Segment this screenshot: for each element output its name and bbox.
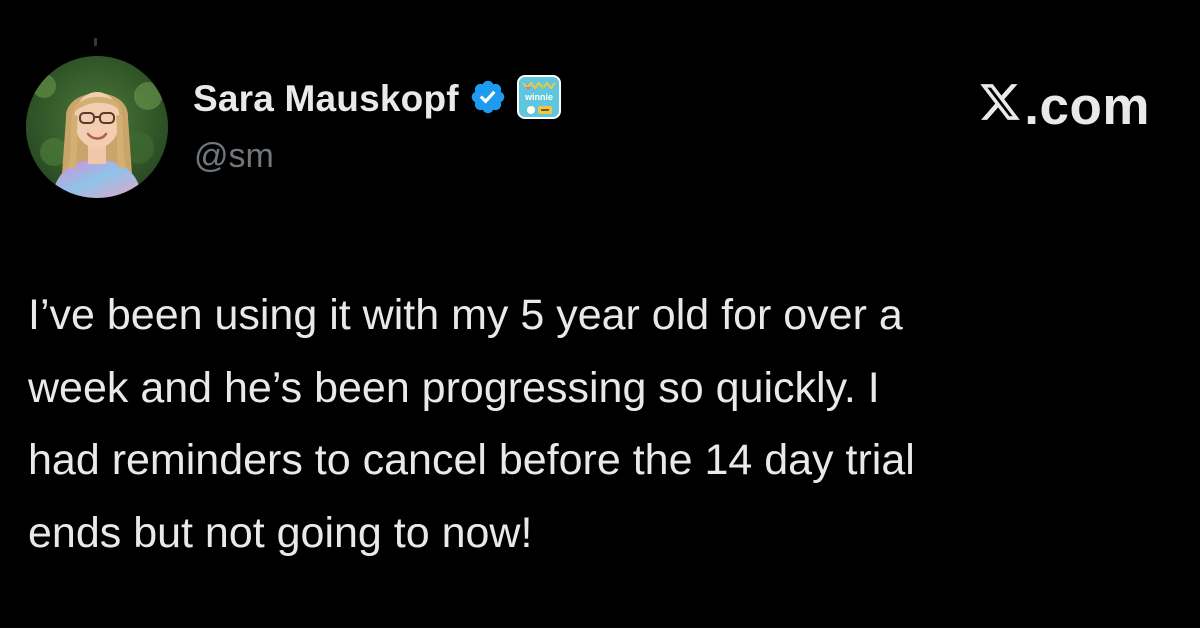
avatar[interactable] <box>26 56 168 198</box>
author-handle[interactable]: @sm <box>194 137 274 176</box>
x-logo-icon <box>978 76 1022 137</box>
post-text: I’ve been using it with my 5 year old fo… <box>28 291 915 557</box>
verified-checkmark-icon <box>469 78 507 121</box>
post-card: Sara Mauskopf winnie @sm .com I’ve been … <box>0 0 1200 628</box>
author-display-name[interactable]: Sara Mauskopf <box>193 78 459 120</box>
winnie-affiliate-badge-icon[interactable]: winnie <box>516 74 561 124</box>
affiliate-badge-text: winnie <box>524 92 553 102</box>
site-label: .com <box>1024 77 1150 136</box>
site-branding: .com <box>978 76 1150 137</box>
author-name-row: Sara Mauskopf winnie <box>193 73 561 125</box>
top-indicator-dot <box>94 38 97 46</box>
